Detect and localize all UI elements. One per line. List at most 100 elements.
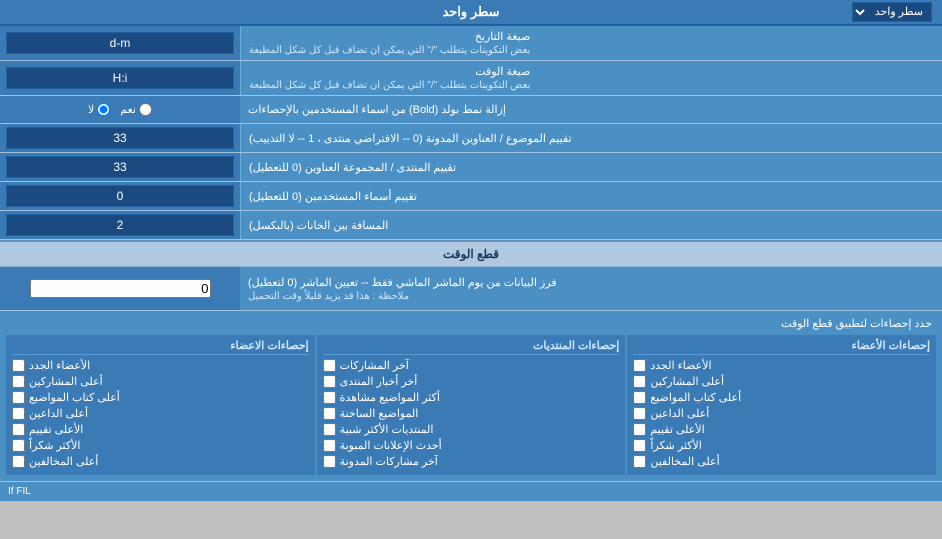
cutoff-main-label: فرز البيانات من يوم الماشر الماشي فقط --…	[240, 267, 942, 310]
bold-remove-label: إزالة نمط بولد (Bold) من اسماء المستخدمي…	[240, 96, 942, 123]
header-row: سطر واحد سطر واحد سطرين ثلاثة أسطر	[0, 0, 942, 26]
sort-title-input[interactable]	[6, 127, 234, 149]
members-item-7-label[interactable]: أعلى المخالفين	[650, 455, 719, 468]
sort-users-label: تقييم أسماء المستخدمين (0 للتعطيل)	[240, 182, 942, 210]
members-item-5-checkbox[interactable]	[633, 423, 646, 436]
date-format-input[interactable]	[6, 32, 234, 54]
forums-item-5-checkbox[interactable]	[323, 423, 336, 436]
members-item-4-checkbox[interactable]	[633, 407, 646, 420]
cutoff-main-input[interactable]	[30, 279, 211, 298]
forums-item-6-label[interactable]: أحدث الإعلانات المبوبة	[340, 439, 442, 452]
members-item-1-label[interactable]: الأعضاء الجدد	[650, 359, 711, 372]
bold-no-radio[interactable]	[97, 103, 110, 116]
mstats-item-7-checkbox[interactable]	[12, 455, 25, 468]
mstats-item-1-label[interactable]: الأعضاء الجدد	[29, 359, 90, 372]
members-stats-col: إحصاءات الاعضاء الأعضاء الجدد أعلى المشا…	[6, 335, 315, 475]
gap-label: المسافة بين الخانات (بالبكسل)	[240, 211, 942, 239]
sort-users-row: تقييم أسماء المستخدمين (0 للتعطيل)	[0, 182, 942, 211]
mstats-item-6-checkbox[interactable]	[12, 439, 25, 452]
list-item: آخر المشاركات	[323, 359, 620, 372]
mstats-item-5-checkbox[interactable]	[12, 423, 25, 436]
mstats-item-3-checkbox[interactable]	[12, 391, 25, 404]
header-dropdown[interactable]: سطر واحد سطرين ثلاثة أسطر	[852, 2, 932, 22]
members-item-6-label[interactable]: الأكثر شكراً	[650, 439, 701, 452]
list-item: الأعلى تقييم	[633, 423, 930, 436]
mstats-item-3-label[interactable]: أعلى كتاب المواضيع	[29, 391, 120, 404]
sort-forum-input[interactable]	[6, 156, 234, 178]
cutoff-main-row: فرز البيانات من يوم الماشر الماشي فقط --…	[0, 267, 942, 311]
time-format-label: صيغة الوقت بعض التكوينات يتطلب "/" التي …	[240, 61, 942, 95]
members-col: إحصاءات الأعضاء الأعضاء الجدد أعلى المشا…	[627, 335, 936, 475]
time-format-sublabel: بعض التكوينات يتطلب "/" التي يمكن ان تضا…	[249, 80, 530, 91]
cutoff-title: قطع الوقت	[443, 247, 499, 261]
checkboxes-grid: إحصاءات الأعضاء الأعضاء الجدد أعلى المشا…	[6, 335, 936, 475]
list-item: أعلى المشاركين	[633, 375, 930, 388]
members-item-6-checkbox[interactable]	[633, 439, 646, 452]
bold-yes-text: نعم	[120, 103, 136, 116]
sort-users-input[interactable]	[6, 185, 234, 207]
checkboxes-title-text: حدد إحصاءات لتطبيق قطع الوقت	[781, 318, 932, 330]
forums-item-1-label[interactable]: آخر المشاركات	[340, 359, 409, 372]
date-format-title: صيغة التاريخ	[475, 31, 530, 43]
forums-item-3-label[interactable]: أكثر المواضيع مشاهدة	[340, 391, 440, 404]
list-item: أعلى الداعين	[12, 407, 309, 420]
mstats-item-4-checkbox[interactable]	[12, 407, 25, 420]
mstats-item-1-checkbox[interactable]	[12, 359, 25, 372]
bold-yes-label[interactable]: نعم	[120, 103, 152, 116]
cutoff-main-sublabel: ملاحظة : هذا قد يزيد قليلاً وقت التحميل	[248, 291, 409, 302]
members-item-4-label[interactable]: أعلى الداعين	[650, 407, 709, 420]
bold-yes-radio[interactable]	[139, 103, 152, 116]
sort-title-row: تقييم الموضوع / العناوين المدونة (0 -- ا…	[0, 124, 942, 153]
bold-no-label[interactable]: لا	[88, 103, 110, 116]
forums-col: إحصاءات المنتديات آخر المشاركات أخر أخبا…	[317, 335, 626, 475]
mstats-item-5-label[interactable]: الأعلى تقييم	[29, 423, 83, 436]
time-format-input-area	[0, 61, 240, 95]
mstats-item-7-label[interactable]: أعلى المخالفين	[29, 455, 98, 468]
list-item: أخر أخبار المنتدى	[323, 375, 620, 388]
members-item-3-label[interactable]: أعلى كتاب المواضيع	[650, 391, 741, 404]
forums-item-2-label[interactable]: أخر أخبار المنتدى	[340, 375, 418, 388]
bold-remove-input-area: نعم لا	[0, 96, 240, 123]
time-format-input[interactable]	[6, 67, 234, 89]
sort-title-text: تقييم الموضوع / العناوين المدونة (0 -- ا…	[249, 132, 572, 145]
list-item: أعلى المخالفين	[12, 455, 309, 468]
bold-no-text: لا	[88, 103, 94, 116]
forums-item-4-label[interactable]: المواضيع الساخنة	[340, 407, 419, 420]
mstats-item-4-label[interactable]: أعلى الداعين	[29, 407, 88, 420]
members-col-header: إحصاءات الأعضاء	[633, 339, 930, 355]
checkboxes-title: حدد إحصاءات لتطبيق قطع الوقت	[6, 317, 936, 330]
forums-item-7-label[interactable]: آخر مشاركات المدونة	[340, 455, 438, 468]
forums-item-4-checkbox[interactable]	[323, 407, 336, 420]
forums-item-5-label[interactable]: المنتديات الأكثر شبية	[340, 423, 434, 436]
forums-item-2-checkbox[interactable]	[323, 375, 336, 388]
forums-item-1-checkbox[interactable]	[323, 359, 336, 372]
mstats-item-2-checkbox[interactable]	[12, 375, 25, 388]
bold-remove-row: إزالة نمط بولد (Bold) من اسماء المستخدمي…	[0, 96, 942, 124]
members-item-5-label[interactable]: الأعلى تقييم	[650, 423, 704, 436]
main-container: سطر واحد سطر واحد سطرين ثلاثة أسطر صيغة …	[0, 0, 942, 502]
gap-input-area	[0, 211, 240, 239]
date-format-sublabel: بعض التكوينات يتطلب "/" التي يمكن ان تضا…	[249, 45, 530, 56]
date-format-input-area	[0, 26, 240, 60]
members-item-3-checkbox[interactable]	[633, 391, 646, 404]
list-item: أعلى المشاركين	[12, 375, 309, 388]
list-item: أعلى المخالفين	[633, 455, 930, 468]
forums-item-3-checkbox[interactable]	[323, 391, 336, 404]
members-item-7-checkbox[interactable]	[633, 455, 646, 468]
cutoff-main-text: فرز البيانات من يوم الماشر الماشي فقط --…	[248, 276, 557, 289]
bottom-note-text: If FIL	[8, 486, 31, 497]
forums-item-6-checkbox[interactable]	[323, 439, 336, 452]
mstats-item-2-label[interactable]: أعلى المشاركين	[29, 375, 103, 388]
members-item-1-checkbox[interactable]	[633, 359, 646, 372]
sort-forum-label: تقييم المنتدى / المجموعة العناوين (0 للت…	[240, 153, 942, 181]
sort-forum-text: تقييم المنتدى / المجموعة العناوين (0 للت…	[249, 161, 456, 174]
mstats-item-6-label[interactable]: الأكثر شكراً	[29, 439, 80, 452]
bottom-note: If FIL	[0, 482, 942, 502]
sort-title-input-area	[0, 124, 240, 152]
forums-item-7-checkbox[interactable]	[323, 455, 336, 468]
members-stats-col-header: إحصاءات الاعضاء	[12, 339, 309, 355]
members-item-2-label[interactable]: أعلى المشاركين	[650, 375, 724, 388]
date-format-label: صيغة التاريخ بعض التكوينات يتطلب "/" الت…	[240, 26, 942, 60]
gap-input[interactable]	[6, 214, 234, 236]
members-item-2-checkbox[interactable]	[633, 375, 646, 388]
